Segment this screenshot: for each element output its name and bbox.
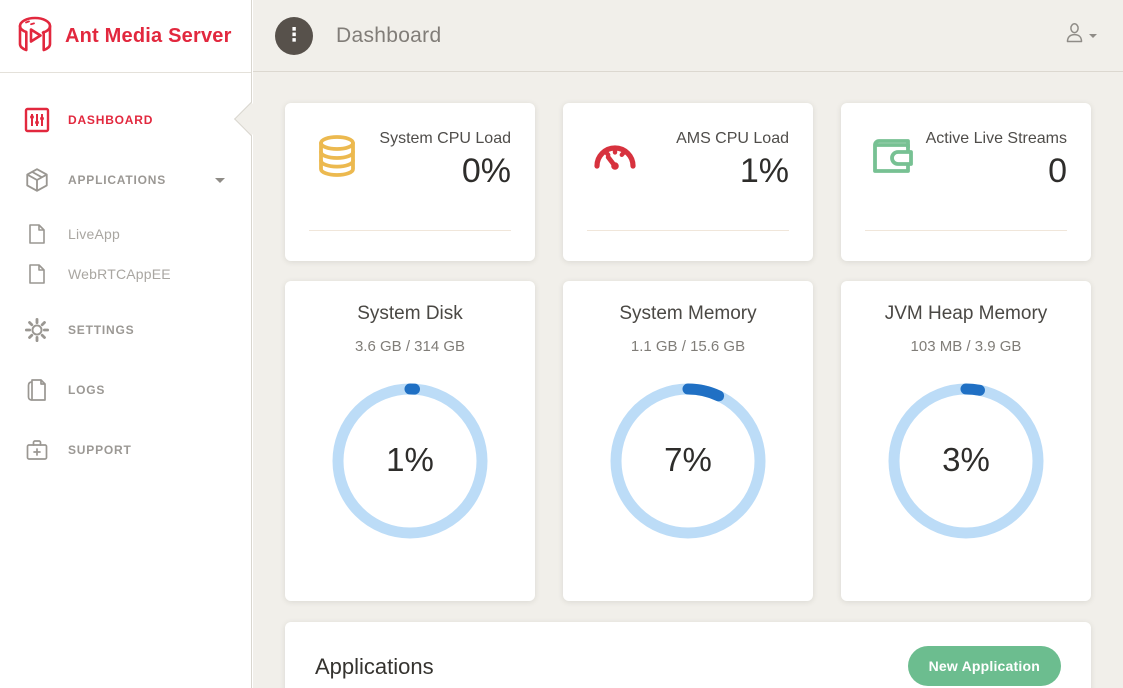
applications-section: Applications New Application bbox=[285, 622, 1091, 688]
stat-title: System CPU Load bbox=[363, 128, 511, 150]
database-icon bbox=[313, 132, 363, 261]
sidebar-item-logs[interactable]: LOGS bbox=[0, 370, 251, 410]
card-active-live-streams: Active Live Streams 0 bbox=[841, 103, 1091, 261]
sidebar-item-settings[interactable]: SETTINGS bbox=[0, 310, 251, 350]
vertical-ellipsis-icon: ⋮ bbox=[285, 26, 304, 45]
sidebar-item-label: WebRTCAppEE bbox=[68, 266, 171, 282]
sidebar-item-dashboard[interactable]: DASHBOARD bbox=[0, 100, 251, 140]
gauge-subtitle: 103 MB / 3.9 GB bbox=[841, 338, 1091, 355]
sliders-icon bbox=[24, 107, 50, 133]
file-icon bbox=[27, 261, 47, 287]
sidebar-item-support[interactable]: SUPPORT bbox=[0, 430, 251, 470]
chevron-down-icon bbox=[1089, 34, 1097, 38]
chevron-down-icon[interactable] bbox=[215, 178, 225, 183]
card-divider bbox=[309, 230, 511, 231]
sidebar-item-label: LOGS bbox=[68, 383, 105, 397]
disk-usage-donut: 1% bbox=[330, 381, 490, 541]
donut-percent-label: 7% bbox=[608, 441, 768, 479]
person-icon bbox=[1064, 22, 1085, 49]
support-icon bbox=[24, 437, 50, 463]
brand[interactable]: Ant Media Server bbox=[0, 0, 251, 73]
menu-toggle-button[interactable]: ⋮ bbox=[275, 17, 313, 55]
card-divider bbox=[587, 230, 789, 231]
wallet-icon bbox=[869, 132, 919, 261]
sidebar-item-liveapp[interactable]: LiveApp bbox=[0, 214, 251, 254]
sidebar-item-applications[interactable]: APPLICATIONS bbox=[0, 160, 251, 200]
sidebar-item-label: LiveApp bbox=[68, 226, 120, 242]
memory-usage-donut: 7% bbox=[608, 381, 768, 541]
ant-media-logo-icon bbox=[15, 16, 55, 57]
sidebar-item-label: APPLICATIONS bbox=[68, 173, 166, 187]
stat-value: 1% bbox=[641, 152, 789, 191]
sidebar-item-label: SUPPORT bbox=[68, 443, 132, 457]
card-system-memory: System Memory 1.1 GB / 15.6 GB 7% bbox=[563, 281, 813, 601]
stat-title: Active Live Streams bbox=[919, 128, 1067, 150]
sidebar: Ant Media Server DASHBOARD bbox=[0, 0, 252, 688]
donut-percent-label: 3% bbox=[886, 441, 1046, 479]
stat-cards-row: System CPU Load 0% A bbox=[285, 103, 1091, 261]
new-application-button[interactable]: New Application bbox=[908, 646, 1061, 686]
main-area: ⋮ Dashboard bbox=[253, 0, 1123, 688]
gauge-title: System Disk bbox=[285, 303, 535, 325]
stat-value: 0% bbox=[363, 152, 511, 191]
header: ⋮ Dashboard bbox=[253, 0, 1123, 72]
logs-icon bbox=[24, 377, 50, 403]
donut-percent-label: 1% bbox=[330, 441, 490, 479]
sidebar-item-label: DASHBOARD bbox=[68, 113, 153, 127]
gauge-icon bbox=[591, 132, 641, 261]
jvm-heap-donut: 3% bbox=[886, 381, 1046, 541]
stat-title: AMS CPU Load bbox=[641, 128, 789, 150]
page-title: Dashboard bbox=[336, 24, 441, 48]
sidebar-item-label: SETTINGS bbox=[68, 323, 134, 337]
gauge-title: JVM Heap Memory bbox=[841, 303, 1091, 325]
sidebar-nav: DASHBOARD APPLICATIONS LiveApp bbox=[0, 73, 251, 470]
user-menu[interactable] bbox=[1064, 22, 1097, 49]
card-system-cpu-load: System CPU Load 0% bbox=[285, 103, 535, 261]
package-icon bbox=[24, 167, 50, 193]
applications-title: Applications bbox=[315, 654, 434, 680]
file-icon bbox=[27, 221, 47, 247]
gauge-title: System Memory bbox=[563, 303, 813, 325]
gear-icon bbox=[24, 317, 50, 343]
brand-name: Ant Media Server bbox=[65, 25, 232, 48]
gauge-subtitle: 1.1 GB / 15.6 GB bbox=[563, 338, 813, 355]
card-ams-cpu-load: AMS CPU Load 1% bbox=[563, 103, 813, 261]
content: System CPU Load 0% A bbox=[253, 72, 1123, 688]
card-jvm-heap-memory: JVM Heap Memory 103 MB / 3.9 GB 3% bbox=[841, 281, 1091, 601]
gauge-cards-row: System Disk 3.6 GB / 314 GB 1% System Me… bbox=[285, 281, 1091, 601]
card-divider bbox=[865, 230, 1067, 231]
sidebar-item-webrtcappee[interactable]: WebRTCAppEE bbox=[0, 254, 251, 294]
card-system-disk: System Disk 3.6 GB / 314 GB 1% bbox=[285, 281, 535, 601]
gauge-subtitle: 3.6 GB / 314 GB bbox=[285, 338, 535, 355]
stat-value: 0 bbox=[919, 152, 1067, 191]
